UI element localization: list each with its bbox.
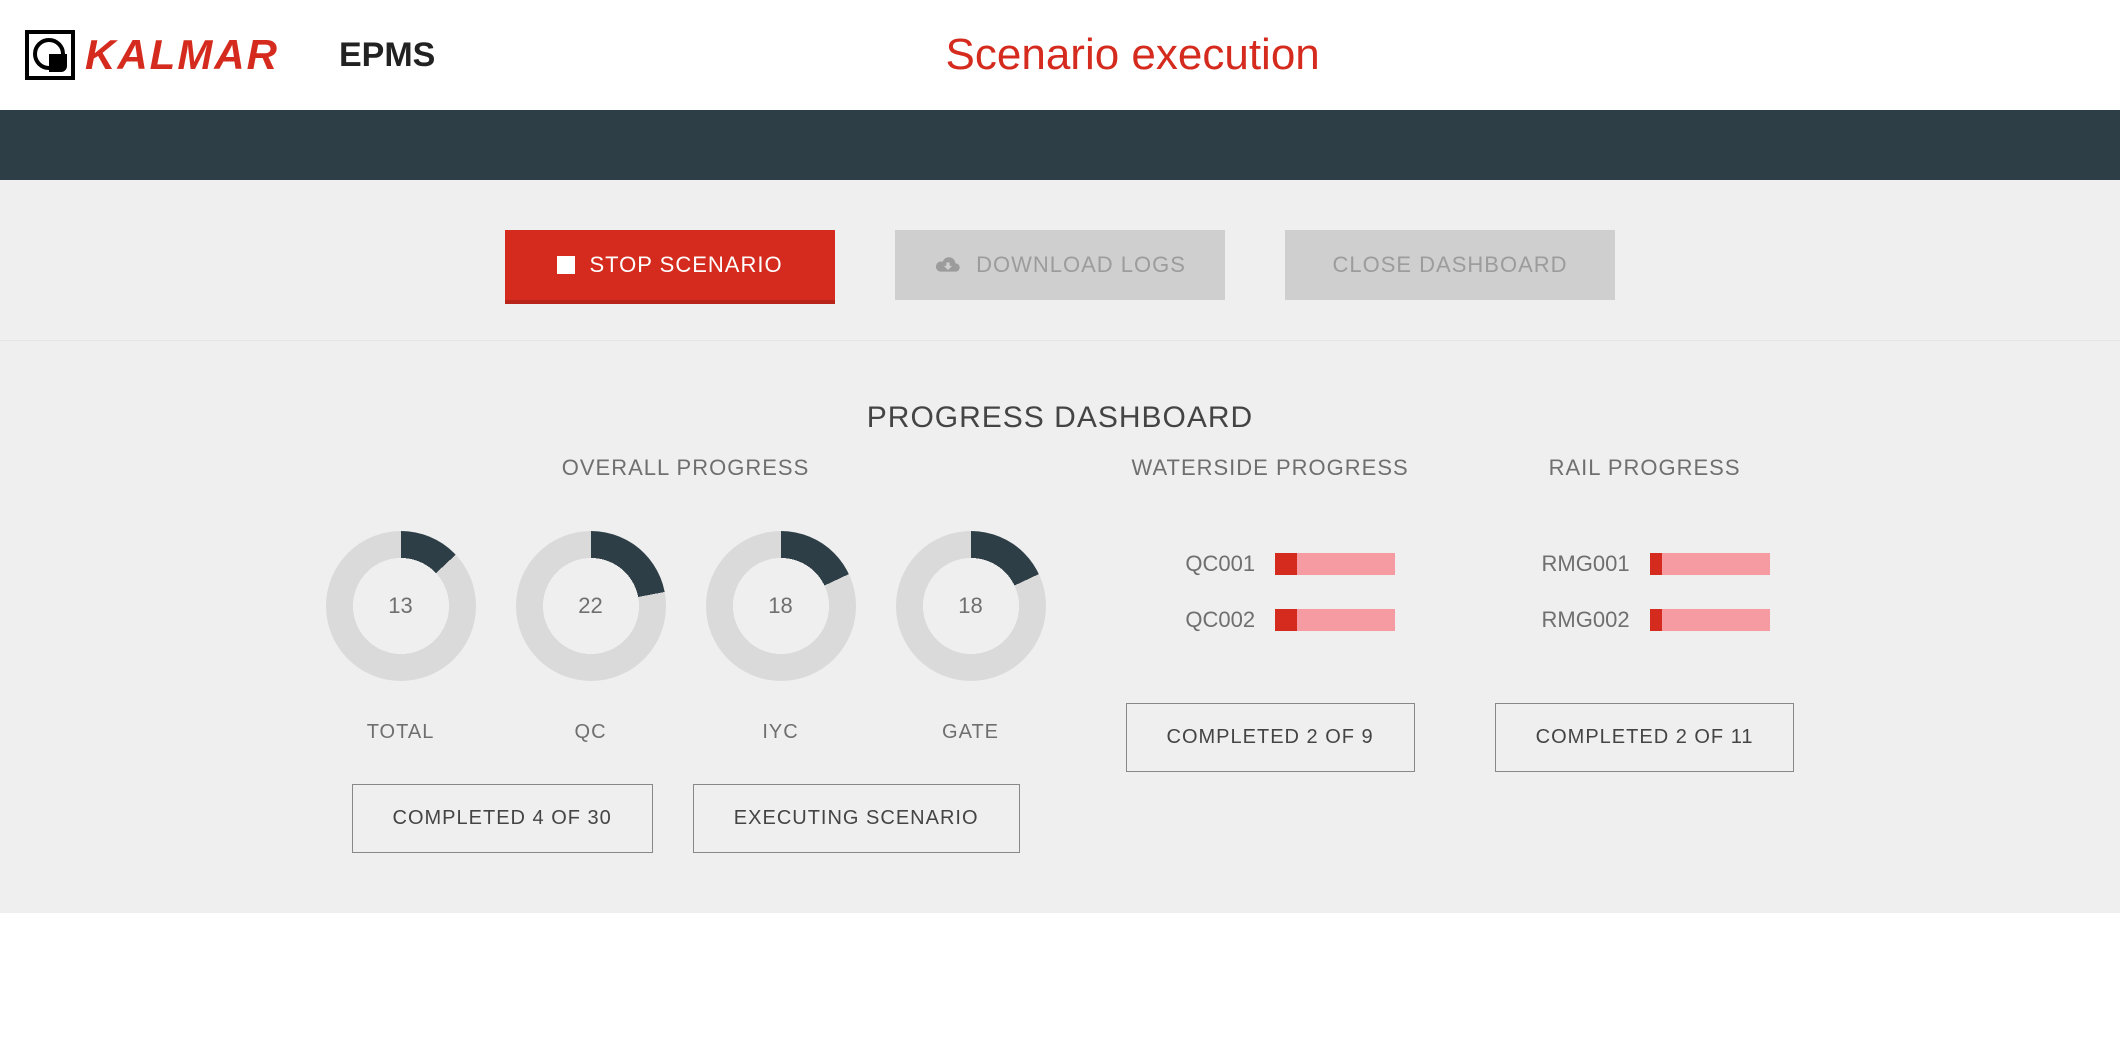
donut-iyc-value: 18 [768,593,792,619]
page-title: Scenario execution [435,30,2090,80]
brand-logo-text: KALMAR [85,31,279,79]
overall-completed-box: COMPLETED 4 OF 30 [352,784,653,853]
overall-status-row: COMPLETED 4 OF 30 EXECUTING SCENARIO [352,784,1020,853]
close-dashboard-button[interactable]: CLOSE DASHBOARD [1285,230,1615,300]
donut-qc-chart: 22 [516,531,666,681]
overall-progress-panel: OVERALL PROGRESS 13 TOTAL 22 QC 18 [326,455,1046,853]
waterside-bar-1 [1275,609,1395,631]
donut-gate-label: GATE [942,721,999,744]
overall-donut-row: 13 TOTAL 22 QC 18 IYC [326,531,1046,744]
rail-bar-0 [1650,553,1770,575]
waterside-bar-row-1: QC002 [1145,607,1395,633]
waterside-bar-label-1: QC002 [1145,607,1255,633]
donut-total: 13 TOTAL [326,531,476,744]
stop-scenario-label: STOP SCENARIO [589,252,782,278]
donut-total-value: 13 [388,593,412,619]
stop-scenario-button[interactable]: STOP SCENARIO [505,230,835,300]
action-toolbar: STOP SCENARIO DOWNLOAD LOGS CLOSE DASHBO… [0,180,2120,341]
donut-qc: 22 QC [516,531,666,744]
waterside-bar-fill-0 [1275,553,1297,575]
cloud-download-icon [934,255,962,275]
app-header: KALMAR EPMS Scenario execution [0,0,2120,110]
close-dashboard-label: CLOSE DASHBOARD [1332,252,1567,278]
stop-icon [557,256,575,274]
donut-gate-chart: 18 [896,531,1046,681]
rail-bar-label-0: RMG001 [1520,551,1630,577]
donut-iyc-chart: 18 [706,531,856,681]
rail-bar-label-1: RMG002 [1520,607,1630,633]
donut-total-chart: 13 [326,531,476,681]
donut-iyc: 18 IYC [706,531,856,744]
donut-gate: 18 GATE [896,531,1046,744]
waterside-bar-0 [1275,553,1395,575]
rail-bar-fill-1 [1650,609,1662,631]
brand-logo: KALMAR [25,30,279,80]
rail-completed-box: COMPLETED 2 OF 11 [1495,703,1795,772]
donut-total-label: TOTAL [367,721,435,744]
donut-qc-label: QC [575,721,607,744]
brand-logo-mark [25,30,75,80]
waterside-progress-title: WATERSIDE PROGRESS [1132,455,1409,481]
waterside-bar-label-0: QC001 [1145,551,1255,577]
rail-progress-title: RAIL PROGRESS [1549,455,1741,481]
overall-executing-box: EXECUTING SCENARIO [693,784,1020,853]
app-name: EPMS [339,36,435,75]
overall-progress-title: OVERALL PROGRESS [562,455,809,481]
download-logs-button[interactable]: DOWNLOAD LOGS [895,230,1225,300]
waterside-bars: QC001 QC002 [1145,551,1395,633]
dashboard-title: PROGRESS DASHBOARD [0,401,2120,435]
waterside-bar-fill-1 [1275,609,1297,631]
main-content: STOP SCENARIO DOWNLOAD LOGS CLOSE DASHBO… [0,180,2120,913]
rail-bar-1 [1650,609,1770,631]
donut-gate-value: 18 [958,593,982,619]
donut-iyc-label: IYC [762,721,798,744]
rail-bar-fill-0 [1650,553,1662,575]
waterside-completed-box: COMPLETED 2 OF 9 [1126,703,1415,772]
donut-qc-value: 22 [578,593,602,619]
download-logs-label: DOWNLOAD LOGS [976,252,1186,278]
waterside-bar-row-0: QC001 [1145,551,1395,577]
rail-bars: RMG001 RMG002 [1520,551,1770,633]
waterside-progress-panel: WATERSIDE PROGRESS QC001 QC002 COMPLETED… [1126,455,1415,772]
rail-bar-row-0: RMG001 [1520,551,1770,577]
header-separator-bar [0,110,2120,180]
rail-progress-panel: RAIL PROGRESS RMG001 RMG002 COMPLETED 2 … [1495,455,1795,772]
dashboard-panels: OVERALL PROGRESS 13 TOTAL 22 QC 18 [0,455,2120,853]
rail-bar-row-1: RMG002 [1520,607,1770,633]
